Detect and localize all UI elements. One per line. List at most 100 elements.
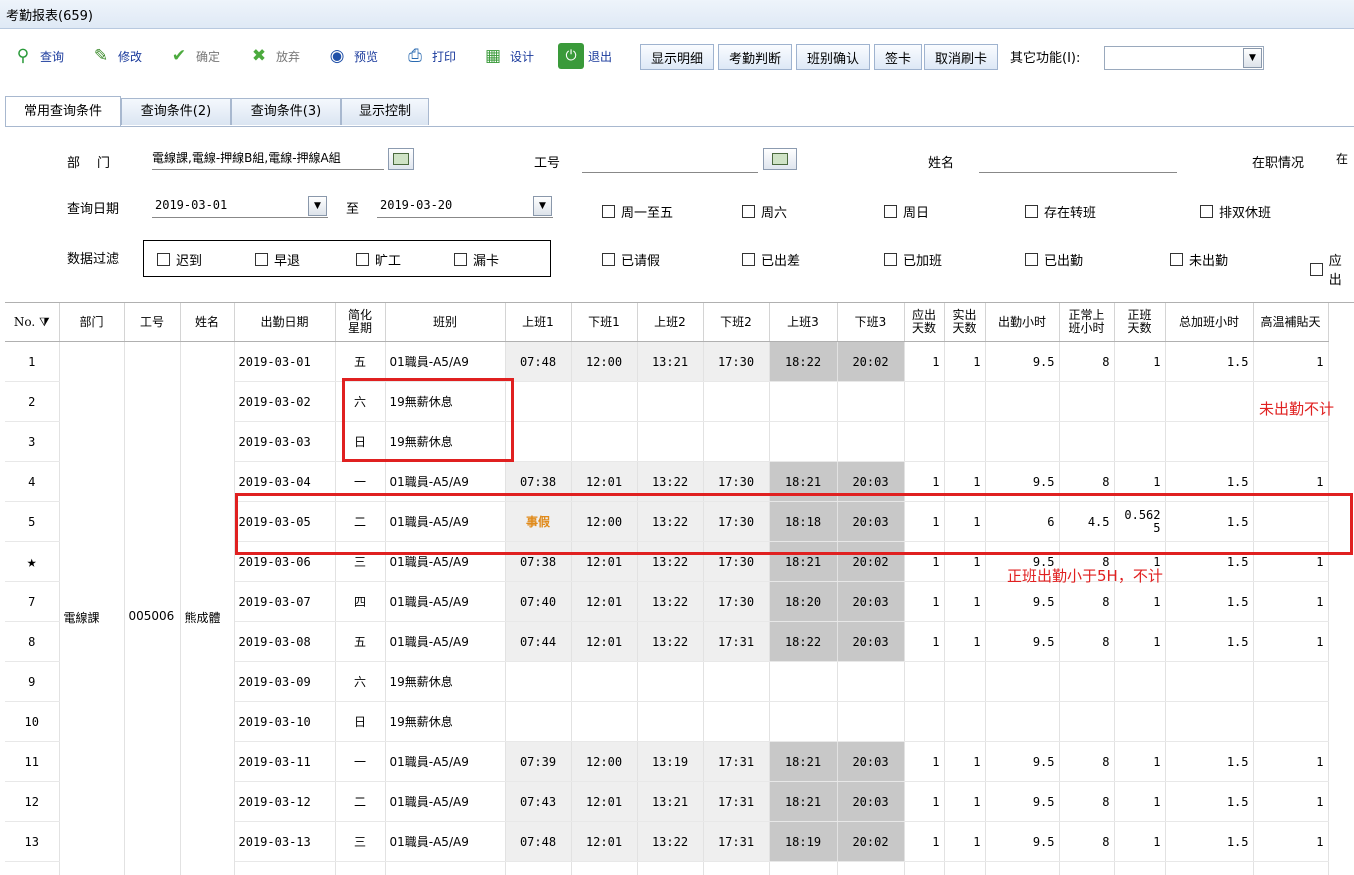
exit-button[interactable]: ⏻ 退出	[558, 41, 612, 71]
column-header[interactable]: 下班2	[703, 303, 769, 342]
cell-ot	[1165, 662, 1253, 702]
check-due[interactable]: 应出	[1310, 250, 1354, 288]
column-header[interactable]: 部门	[59, 303, 124, 342]
column-header[interactable]: 出勤日期	[234, 303, 335, 342]
show-detail-button[interactable]: 显示明细	[640, 44, 714, 70]
checkbox[interactable]	[1025, 205, 1038, 218]
date-from-field[interactable]: 2019-03-01 ▼	[152, 195, 328, 218]
check-absent[interactable]: 旷工	[356, 250, 401, 269]
checkbox[interactable]	[157, 253, 170, 266]
checkbox[interactable]	[884, 253, 897, 266]
edit-button[interactable]: ✎ 修改	[88, 41, 142, 71]
checkbox[interactable]	[742, 205, 755, 218]
print-button[interactable]: ⎙ 打印	[402, 41, 456, 71]
cell-date: 2019-03-11	[234, 742, 335, 782]
checkbox[interactable]	[255, 253, 268, 266]
column-header[interactable]: No. ⧩	[5, 303, 59, 342]
date-to-field[interactable]: 2019-03-20 ▼	[377, 195, 553, 218]
column-header[interactable]: 实出 天数	[944, 303, 985, 342]
tab-query-2[interactable]: 查询条件(2)	[121, 98, 231, 125]
cell-days: 1	[1114, 582, 1165, 622]
check-missed-swipe[interactable]: 漏卡	[454, 250, 499, 269]
column-header[interactable]: 姓名	[180, 303, 234, 342]
cell-norm	[1059, 702, 1114, 742]
cell-wd: 四	[335, 582, 385, 622]
preview-button[interactable]: ◉ 预览	[324, 41, 378, 71]
column-header[interactable]: 上班1	[505, 303, 571, 342]
column-header[interactable]: 正常上 班小时	[1059, 303, 1114, 342]
chevron-down-icon[interactable]: ▼	[308, 196, 327, 216]
confirm-button[interactable]: ✔ 确定	[166, 41, 220, 71]
check-weekday[interactable]: 周一至五	[602, 202, 673, 221]
query-button[interactable]: ⚲ 查询	[10, 41, 64, 71]
cell-date: 2019-03-08	[234, 622, 335, 662]
check-saturday[interactable]: 周六	[742, 202, 787, 221]
chevron-down-icon[interactable]: ▼	[1243, 48, 1262, 68]
empno-field[interactable]	[582, 152, 758, 173]
cell-in2	[637, 862, 703, 875]
checkbox[interactable]	[1170, 253, 1183, 266]
checkbox[interactable]	[1310, 263, 1323, 276]
row-number: 4	[5, 462, 59, 502]
cancel-button[interactable]: ✖ 放弃	[246, 41, 300, 71]
check-leave[interactable]: 已请假	[602, 250, 660, 269]
column-header[interactable]: 正班 天数	[1114, 303, 1165, 342]
chevron-down-icon[interactable]: ▼	[533, 196, 552, 216]
column-header[interactable]: 上班2	[637, 303, 703, 342]
other-functions-select[interactable]: ▼	[1104, 46, 1264, 70]
table-row[interactable]: 1電線課005006熊成體2019-03-01五01職員-A5/A907:481…	[5, 342, 1328, 382]
cell-hot: 1	[1253, 342, 1328, 382]
cell-shift: 01職員-A5/A9	[385, 622, 505, 662]
cell-out3: 20:03	[837, 782, 904, 822]
cell-date: 2019-03-03	[234, 422, 335, 462]
check-attended[interactable]: 已出勤	[1025, 250, 1083, 269]
tab-query-3[interactable]: 查询条件(3)	[231, 98, 341, 125]
design-button[interactable]: ▦ 设计	[480, 41, 534, 71]
checkbox[interactable]	[602, 253, 615, 266]
column-header[interactable]: 出勤小时	[985, 303, 1059, 342]
cell-out3	[837, 662, 904, 702]
checkbox[interactable]	[602, 205, 615, 218]
column-header[interactable]: 总加班小时	[1165, 303, 1253, 342]
checkbox[interactable]	[454, 253, 467, 266]
column-header[interactable]: 高温補貼天	[1253, 303, 1328, 342]
column-header[interactable]: 下班1	[571, 303, 637, 342]
dept-picker-button[interactable]	[388, 148, 414, 170]
shift-confirm-button[interactable]: 班别确认	[796, 44, 870, 70]
check-early-leave[interactable]: 早退	[255, 250, 300, 269]
cell-due: 1	[904, 782, 944, 822]
cancel-swipe-button[interactable]: 取消刷卡	[924, 44, 998, 70]
check-double-rest[interactable]: 排双休班	[1200, 202, 1271, 221]
checkbox[interactable]	[1200, 205, 1213, 218]
cell-in2: 13:21	[637, 342, 703, 382]
tab-common-query[interactable]: 常用查询条件	[5, 96, 121, 127]
checkbox[interactable]	[356, 253, 369, 266]
column-header[interactable]: 下班3	[837, 303, 904, 342]
check-business-trip[interactable]: 已出差	[742, 250, 800, 269]
check-sunday[interactable]: 周日	[884, 202, 929, 221]
name-field[interactable]	[979, 152, 1177, 173]
column-header[interactable]: 简化 星期	[335, 303, 385, 342]
sign-card-button[interactable]: 签卡	[874, 44, 922, 70]
cell-in3: 18:22	[769, 622, 837, 662]
status-field[interactable]: 在	[1336, 150, 1354, 170]
empno-picker-button[interactable]	[763, 148, 797, 170]
tab-display-control[interactable]: 显示控制	[341, 98, 429, 125]
check-shift-transfer[interactable]: 存在转班	[1025, 202, 1096, 221]
column-header[interactable]: 工号	[124, 303, 180, 342]
checkbox[interactable]	[1025, 253, 1038, 266]
check-late[interactable]: 迟到	[157, 250, 202, 269]
cell-date: 2019-03-06	[234, 542, 335, 582]
column-header[interactable]: 上班3	[769, 303, 837, 342]
column-header[interactable]: 班别	[385, 303, 505, 342]
checkbox[interactable]	[884, 205, 897, 218]
dept-field[interactable]: 電線課,電線-押線B組,電線-押線A組	[152, 149, 384, 170]
cell-ot	[1165, 862, 1253, 875]
column-header[interactable]: 应出 天数	[904, 303, 944, 342]
attendance-judge-button[interactable]: 考勤判断	[718, 44, 792, 70]
filter-icon[interactable]: ⧩	[35, 315, 50, 329]
checkbox[interactable]	[742, 253, 755, 266]
check-overtime[interactable]: 已加班	[884, 250, 942, 269]
check-not-attended[interactable]: 未出勤	[1170, 250, 1228, 269]
cell-out2	[703, 862, 769, 875]
